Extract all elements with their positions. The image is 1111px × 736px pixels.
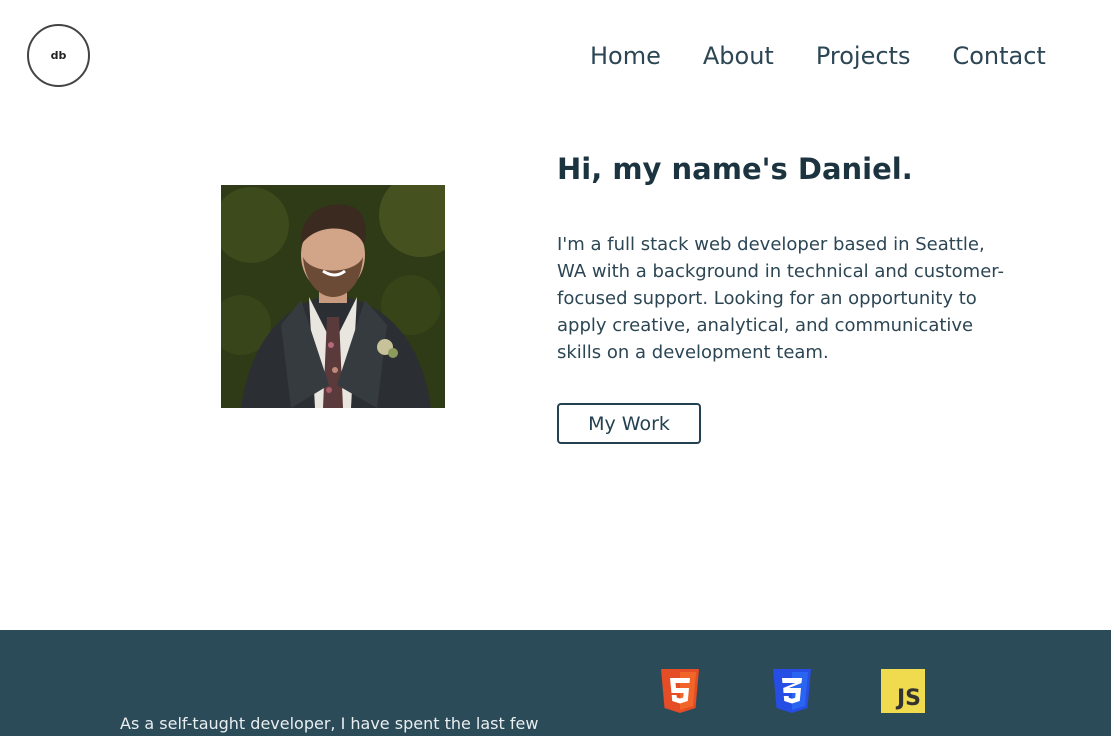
about-text: As a self-taught developer, I have spent… xyxy=(120,714,539,733)
nav-about[interactable]: About xyxy=(703,40,774,72)
nav-contact[interactable]: Contact xyxy=(952,40,1045,72)
my-work-button[interactable]: My Work xyxy=(557,403,701,444)
logo-text: db xyxy=(50,49,67,62)
logo-link[interactable]: db xyxy=(27,24,90,87)
nav-home[interactable]: Home xyxy=(590,40,661,72)
nav-projects[interactable]: Projects xyxy=(816,40,911,72)
hero-title: Hi, my name's Daniel. xyxy=(557,152,913,186)
javascript-icon: JS xyxy=(881,669,925,713)
portfolio-page: db Home About Projects Contact Hi, my na… xyxy=(0,0,1111,736)
profile-photo xyxy=(221,185,445,408)
main-nav: Home About Projects Contact xyxy=(590,40,1046,72)
html5-icon xyxy=(661,669,699,717)
css3-icon xyxy=(773,669,811,717)
javascript-icon-label: JS xyxy=(896,686,921,711)
nodejs-icon xyxy=(783,731,801,736)
about-section: As a self-taught developer, I have spent… xyxy=(0,630,1111,736)
hero-bio: I'm a full stack web developer based in … xyxy=(557,234,1005,363)
